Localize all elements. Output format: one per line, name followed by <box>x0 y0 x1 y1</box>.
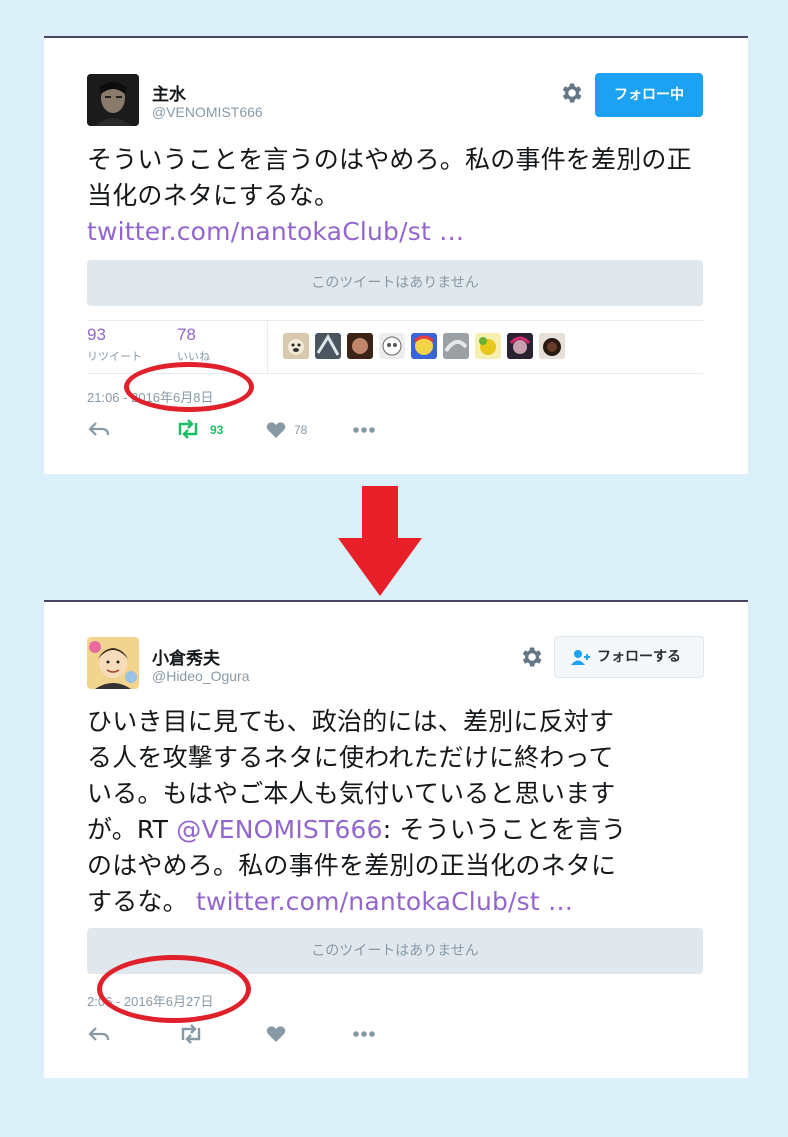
retweet-count[interactable]: 93 <box>87 325 106 345</box>
user-name[interactable]: 主水 <box>152 80 186 105</box>
tweet-body: そういうことを言うのはやめろ。私の事件を差別の正当化のネタにするな。 <box>87 145 692 210</box>
avatar[interactable] <box>87 74 139 126</box>
liker-avatar[interactable] <box>283 333 309 359</box>
add-user-icon <box>571 650 590 665</box>
follow-button-label: フォローする <box>597 649 681 665</box>
arrow-down-icon <box>338 486 422 596</box>
like-count[interactable]: 78 <box>177 325 196 345</box>
liker-avatar[interactable] <box>539 333 565 359</box>
follow-button[interactable]: フォローする <box>554 636 704 678</box>
user-name[interactable]: 小倉秀夫 <box>152 644 220 669</box>
liker-avatar[interactable] <box>411 333 437 359</box>
annotation-circle <box>97 955 251 1023</box>
tweet-line: いる。もはやご本人も気付いていると思います <box>87 779 616 808</box>
liker-avatar[interactable] <box>443 333 469 359</box>
user-handle[interactable]: @Hideo_Ogura <box>152 668 250 684</box>
gear-icon[interactable] <box>518 644 544 670</box>
tweet-line: る人を攻撃するネタに使われただけに終わって <box>87 743 614 772</box>
liker-avatar[interactable] <box>347 333 373 359</box>
stats-divider <box>267 321 268 373</box>
tweet-text: そういうことを言うのはやめろ。私の事件を差別の正当化のネタにするな。 twitt… <box>87 142 707 250</box>
liker-avatar[interactable] <box>379 333 405 359</box>
liker-avatar[interactable] <box>475 333 501 359</box>
retweet-icon[interactable] <box>178 1024 204 1044</box>
liker-avatar[interactable] <box>507 333 533 359</box>
retweet-count-label: リツイート <box>87 350 142 363</box>
tweet-text: ひいき目に見ても、政治的には、差別に反対す る人を攻撃するネタに使われただけに終… <box>87 704 717 920</box>
like-action-count: 78 <box>294 423 308 437</box>
reply-icon[interactable] <box>88 421 110 437</box>
tweet-line: ひいき目に見ても、政治的には、差別に反対す <box>87 707 615 736</box>
more-icon[interactable] <box>353 426 375 434</box>
retweet-action-count: 93 <box>210 423 224 437</box>
tweet-line: するな。 <box>87 887 196 916</box>
tweet-link[interactable]: twitter.com/nantokaClub/st … <box>196 887 573 916</box>
tweet-line: のはやめろ。私の事件を差別の正当化のネタに <box>87 851 617 880</box>
liker-avatar[interactable] <box>315 333 341 359</box>
quoted-tweet-unavailable: このツイートはありません <box>87 260 703 306</box>
user-handle[interactable]: @VENOMIST666 <box>152 104 263 120</box>
following-button[interactable]: フォロー中 <box>595 73 703 117</box>
mention-link[interactable]: @VENOMIST666 <box>176 815 382 844</box>
annotation-circle <box>124 362 254 412</box>
avatar[interactable] <box>87 637 139 689</box>
more-icon[interactable] <box>353 1030 375 1038</box>
tweet-link[interactable]: twitter.com/nantokaClub/st … <box>87 217 464 246</box>
tweet-card-venomist: 主水 @VENOMIST666 フォロー中 そういうことを言うのはやめろ。私の事… <box>44 36 748 474</box>
heart-icon[interactable] <box>266 421 286 439</box>
gear-icon[interactable] <box>558 80 584 106</box>
reply-icon[interactable] <box>88 1026 110 1042</box>
tweet-time: 21:06 <box>87 390 120 405</box>
tweet-line: が。RT <box>87 815 177 844</box>
tweet-line: : そういうことを言う <box>382 815 627 844</box>
retweet-icon[interactable] <box>175 419 201 439</box>
heart-icon[interactable] <box>266 1025 286 1043</box>
